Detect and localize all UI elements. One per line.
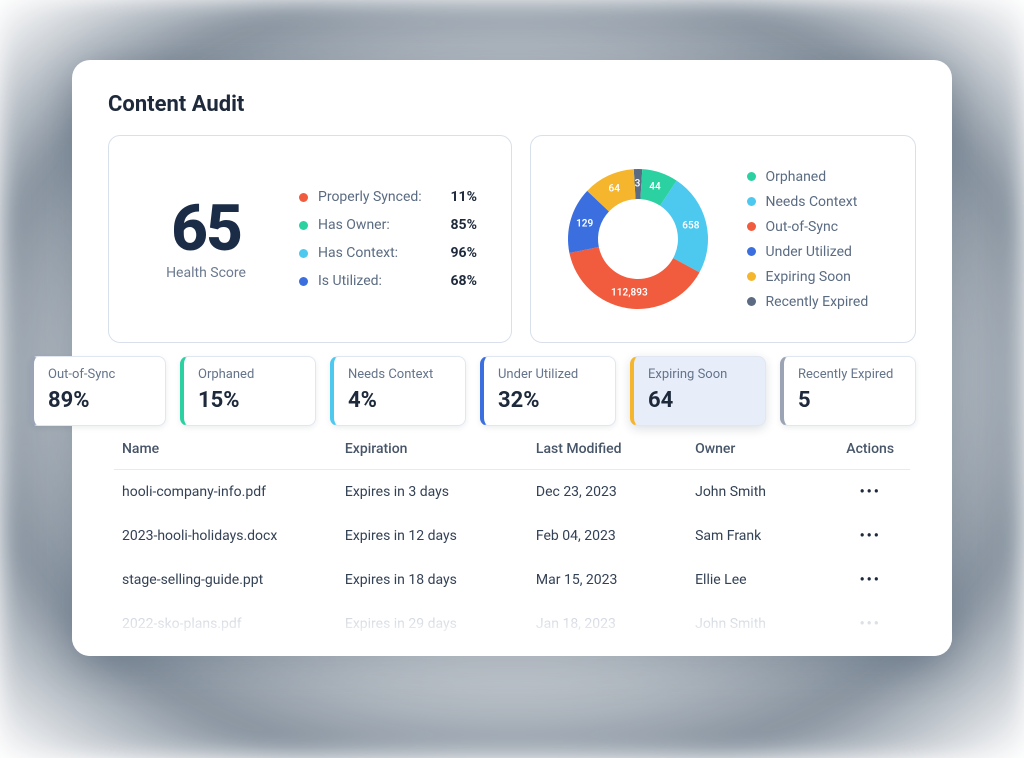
row-actions-button[interactable]: ••• [830, 558, 910, 602]
donut-segment-label: 112,893 [611, 288, 648, 299]
legend-item: Under Utilized [747, 244, 869, 260]
metric-dot-icon [299, 221, 308, 230]
legend-label: Expiring Soon [766, 269, 851, 285]
tab-expiring-soon[interactable]: Expiring Soon 64 [630, 356, 766, 426]
health-metric: Is Utilized:68% [299, 273, 489, 289]
row-actions-button[interactable]: ••• [830, 514, 910, 558]
cell-expiration: Expires in 18 days [337, 558, 528, 602]
metric-dot-icon [299, 277, 308, 286]
table-row[interactable]: stage-selling-guide.pptExpires in 18 day… [114, 558, 910, 602]
donut-segment-label: 64 [609, 184, 620, 195]
cell-expiration: Expires in 3 days [337, 470, 528, 515]
health-score-value: 65 [171, 197, 241, 261]
tab-recently-expired[interactable]: Recently Expired 5 [780, 356, 916, 426]
metric-name: Properly Synced: [318, 189, 451, 205]
tab-value: 89% [48, 388, 151, 413]
metric-name: Is Utilized: [318, 273, 451, 289]
metric-name: Has Owner: [318, 217, 451, 233]
legend-dot-icon [747, 247, 756, 256]
health-score-label: Health Score [166, 265, 246, 281]
cell-name: 2022-sko-plans.pdf [114, 602, 337, 646]
tab-orphaned[interactable]: Orphaned 15% [180, 356, 316, 426]
cell-owner: John Smith [687, 470, 830, 515]
donut-legend: Orphaned Needs Context Out-of-Sync Under Ut… [747, 169, 869, 310]
health-metric: Has Owner:85% [299, 217, 489, 233]
donut-segment-label: 3 [635, 179, 641, 190]
cell-expiration: Expires in 12 days [337, 514, 528, 558]
table-row[interactable]: 2022-sko-plans.pdfExpires in 29 daysJan … [114, 602, 910, 646]
legend-item: Needs Context [747, 194, 869, 210]
legend-item: Expiring Soon [747, 269, 869, 285]
cell-expiration: Expires in 29 days [337, 602, 528, 646]
cell-modified: Mar 15, 2023 [528, 558, 687, 602]
health-metric: Has Context:96% [299, 245, 489, 261]
donut-segment-label: 129 [576, 218, 593, 229]
donut-chart: 3 44 658 112,893 129 64 [553, 154, 723, 324]
page-title: Content Audit [108, 92, 916, 117]
donut-segment-label: 658 [682, 220, 699, 231]
cell-name: 2023-hooli-holidays.docx [114, 514, 337, 558]
legend-dot-icon [747, 297, 756, 306]
metric-value: 85% [451, 217, 489, 233]
legend-dot-icon [747, 272, 756, 281]
expiring-table: NameExpirationLast ModifiedOwnerActions … [108, 429, 916, 646]
tab-label: Recently Expired [798, 367, 901, 382]
tab-value: 64 [648, 388, 751, 413]
metric-value: 11% [451, 189, 489, 205]
tab-needs-context[interactable]: Needs Context 4% [330, 356, 466, 426]
cell-name: hooli-company-info.pdf [114, 470, 337, 515]
column-header[interactable]: Last Modified [528, 429, 687, 470]
tab-label: Out-of-Sync [48, 367, 151, 382]
cell-modified: Feb 04, 2023 [528, 514, 687, 558]
cell-modified: Dec 23, 2023 [528, 470, 687, 515]
metric-value: 96% [451, 245, 489, 261]
tab-label: Orphaned [198, 367, 301, 382]
legend-dot-icon [747, 197, 756, 206]
legend-label: Under Utilized [766, 244, 852, 260]
tab-value: 15% [198, 388, 301, 413]
cell-owner: Ellie Lee [687, 558, 830, 602]
health-score-panel: 65 Health Score Properly Synced:11%Has O… [108, 135, 512, 343]
tab-under-utilized[interactable]: Under Utilized 32% [480, 356, 616, 426]
health-metric: Properly Synced:11% [299, 189, 489, 205]
table-row[interactable]: 2023-hooli-holidays.docxExpires in 12 da… [114, 514, 910, 558]
legend-label: Recently Expired [766, 294, 869, 310]
legend-dot-icon [747, 172, 756, 181]
tab-label: Expiring Soon [648, 367, 751, 382]
tab-value: 5 [798, 388, 901, 413]
tab-out-of-sync[interactable]: Out-of-Sync 89% [30, 356, 166, 426]
tab-value: 4% [348, 388, 451, 413]
column-header[interactable]: Actions [830, 429, 910, 470]
tab-label: Needs Context [348, 367, 451, 382]
tab-label: Under Utilized [498, 367, 601, 382]
donut-panel: 3 44 658 112,893 129 64 Orphaned Needs Context… [530, 135, 916, 343]
legend-label: Out-of-Sync [766, 219, 839, 235]
legend-label: Orphaned [766, 169, 827, 185]
health-metrics-list: Properly Synced:11%Has Owner:85%Has Cont… [299, 154, 489, 324]
column-header[interactable]: Owner [687, 429, 830, 470]
legend-item: Recently Expired [747, 294, 869, 310]
row-actions-button[interactable]: ••• [830, 470, 910, 515]
metric-dot-icon [299, 193, 308, 202]
cell-owner: John Smith [687, 602, 830, 646]
metric-dot-icon [299, 249, 308, 258]
legend-dot-icon [747, 222, 756, 231]
cell-name: stage-selling-guide.ppt [114, 558, 337, 602]
row-actions-button[interactable]: ••• [830, 602, 910, 646]
column-header[interactable]: Expiration [337, 429, 528, 470]
category-tabs: Out-of-Sync 89% Orphaned 15% Needs Context 4%… [30, 356, 994, 426]
column-header[interactable]: Name [114, 429, 337, 470]
table-row[interactable]: hooli-company-info.pdfExpires in 3 daysD… [114, 470, 910, 515]
legend-item: Orphaned [747, 169, 869, 185]
cell-modified: Jan 18, 2023 [528, 602, 687, 646]
metric-value: 68% [451, 273, 489, 289]
tab-value: 32% [498, 388, 601, 413]
legend-label: Needs Context [766, 194, 858, 210]
legend-item: Out-of-Sync [747, 219, 869, 235]
cell-owner: Sam Frank [687, 514, 830, 558]
donut-segment-label: 44 [649, 181, 660, 192]
metric-name: Has Context: [318, 245, 451, 261]
